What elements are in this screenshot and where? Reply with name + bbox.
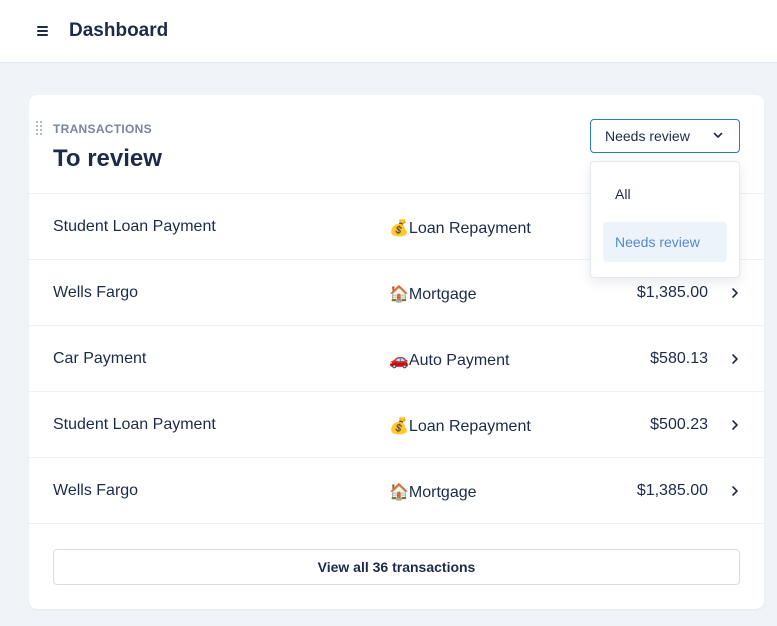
review-filter-select[interactable]: Needs review (590, 119, 740, 153)
transaction-name: Wells Fargo (53, 482, 139, 499)
transaction-name: Wells Fargo (53, 284, 139, 301)
view-all-transactions-button[interactable]: View all 36 transactions (53, 549, 740, 585)
transaction-amount: $500.23 (650, 416, 708, 433)
chevron-right-icon (732, 354, 738, 364)
transaction-name: Student Loan Payment (53, 416, 216, 433)
transaction-amount: $1,385.00 (636, 482, 708, 499)
top-bar: Dashboard (0, 0, 777, 63)
chevron-right-icon (732, 420, 738, 430)
transaction-amount: $1,385.00 (636, 284, 708, 301)
filter-selected-value: Needs review (605, 128, 690, 144)
transaction-category: 🏠Mortgage (389, 286, 477, 303)
transaction-amount: $580.13 (650, 350, 708, 367)
transaction-row[interactable]: Car Payment 🚗Auto Payment $580.13 (29, 325, 764, 391)
chevron-down-icon (713, 132, 723, 138)
filter-dropdown-menu: All Needs review (590, 161, 740, 278)
card-title: To review (53, 145, 162, 172)
transaction-row[interactable]: Wells Fargo 🏠Mortgage $1,385.00 (29, 457, 764, 523)
transaction-category: 🏠Mortgage (389, 484, 477, 501)
transaction-category: 🚗Auto Payment (389, 352, 510, 369)
chevron-right-icon (732, 486, 738, 496)
drag-handle-icon[interactable] (36, 121, 44, 135)
filter-option-needs-review[interactable]: Needs review (603, 222, 727, 262)
transaction-name: Car Payment (53, 350, 147, 367)
chevron-right-icon (732, 288, 738, 298)
hamburger-menu-icon[interactable] (36, 25, 50, 37)
transaction-category: 💰Loan Repayment (389, 418, 531, 435)
list-divider (29, 523, 764, 524)
transaction-category: 💰Loan Repayment (389, 220, 531, 237)
transaction-row[interactable]: Student Loan Payment 💰Loan Repayment $50… (29, 391, 764, 457)
page-title: Dashboard (69, 20, 169, 41)
filter-option-all[interactable]: All (603, 174, 727, 214)
transaction-name: Student Loan Payment (53, 218, 216, 235)
section-eyebrow: TRANSACTIONS (53, 122, 152, 136)
